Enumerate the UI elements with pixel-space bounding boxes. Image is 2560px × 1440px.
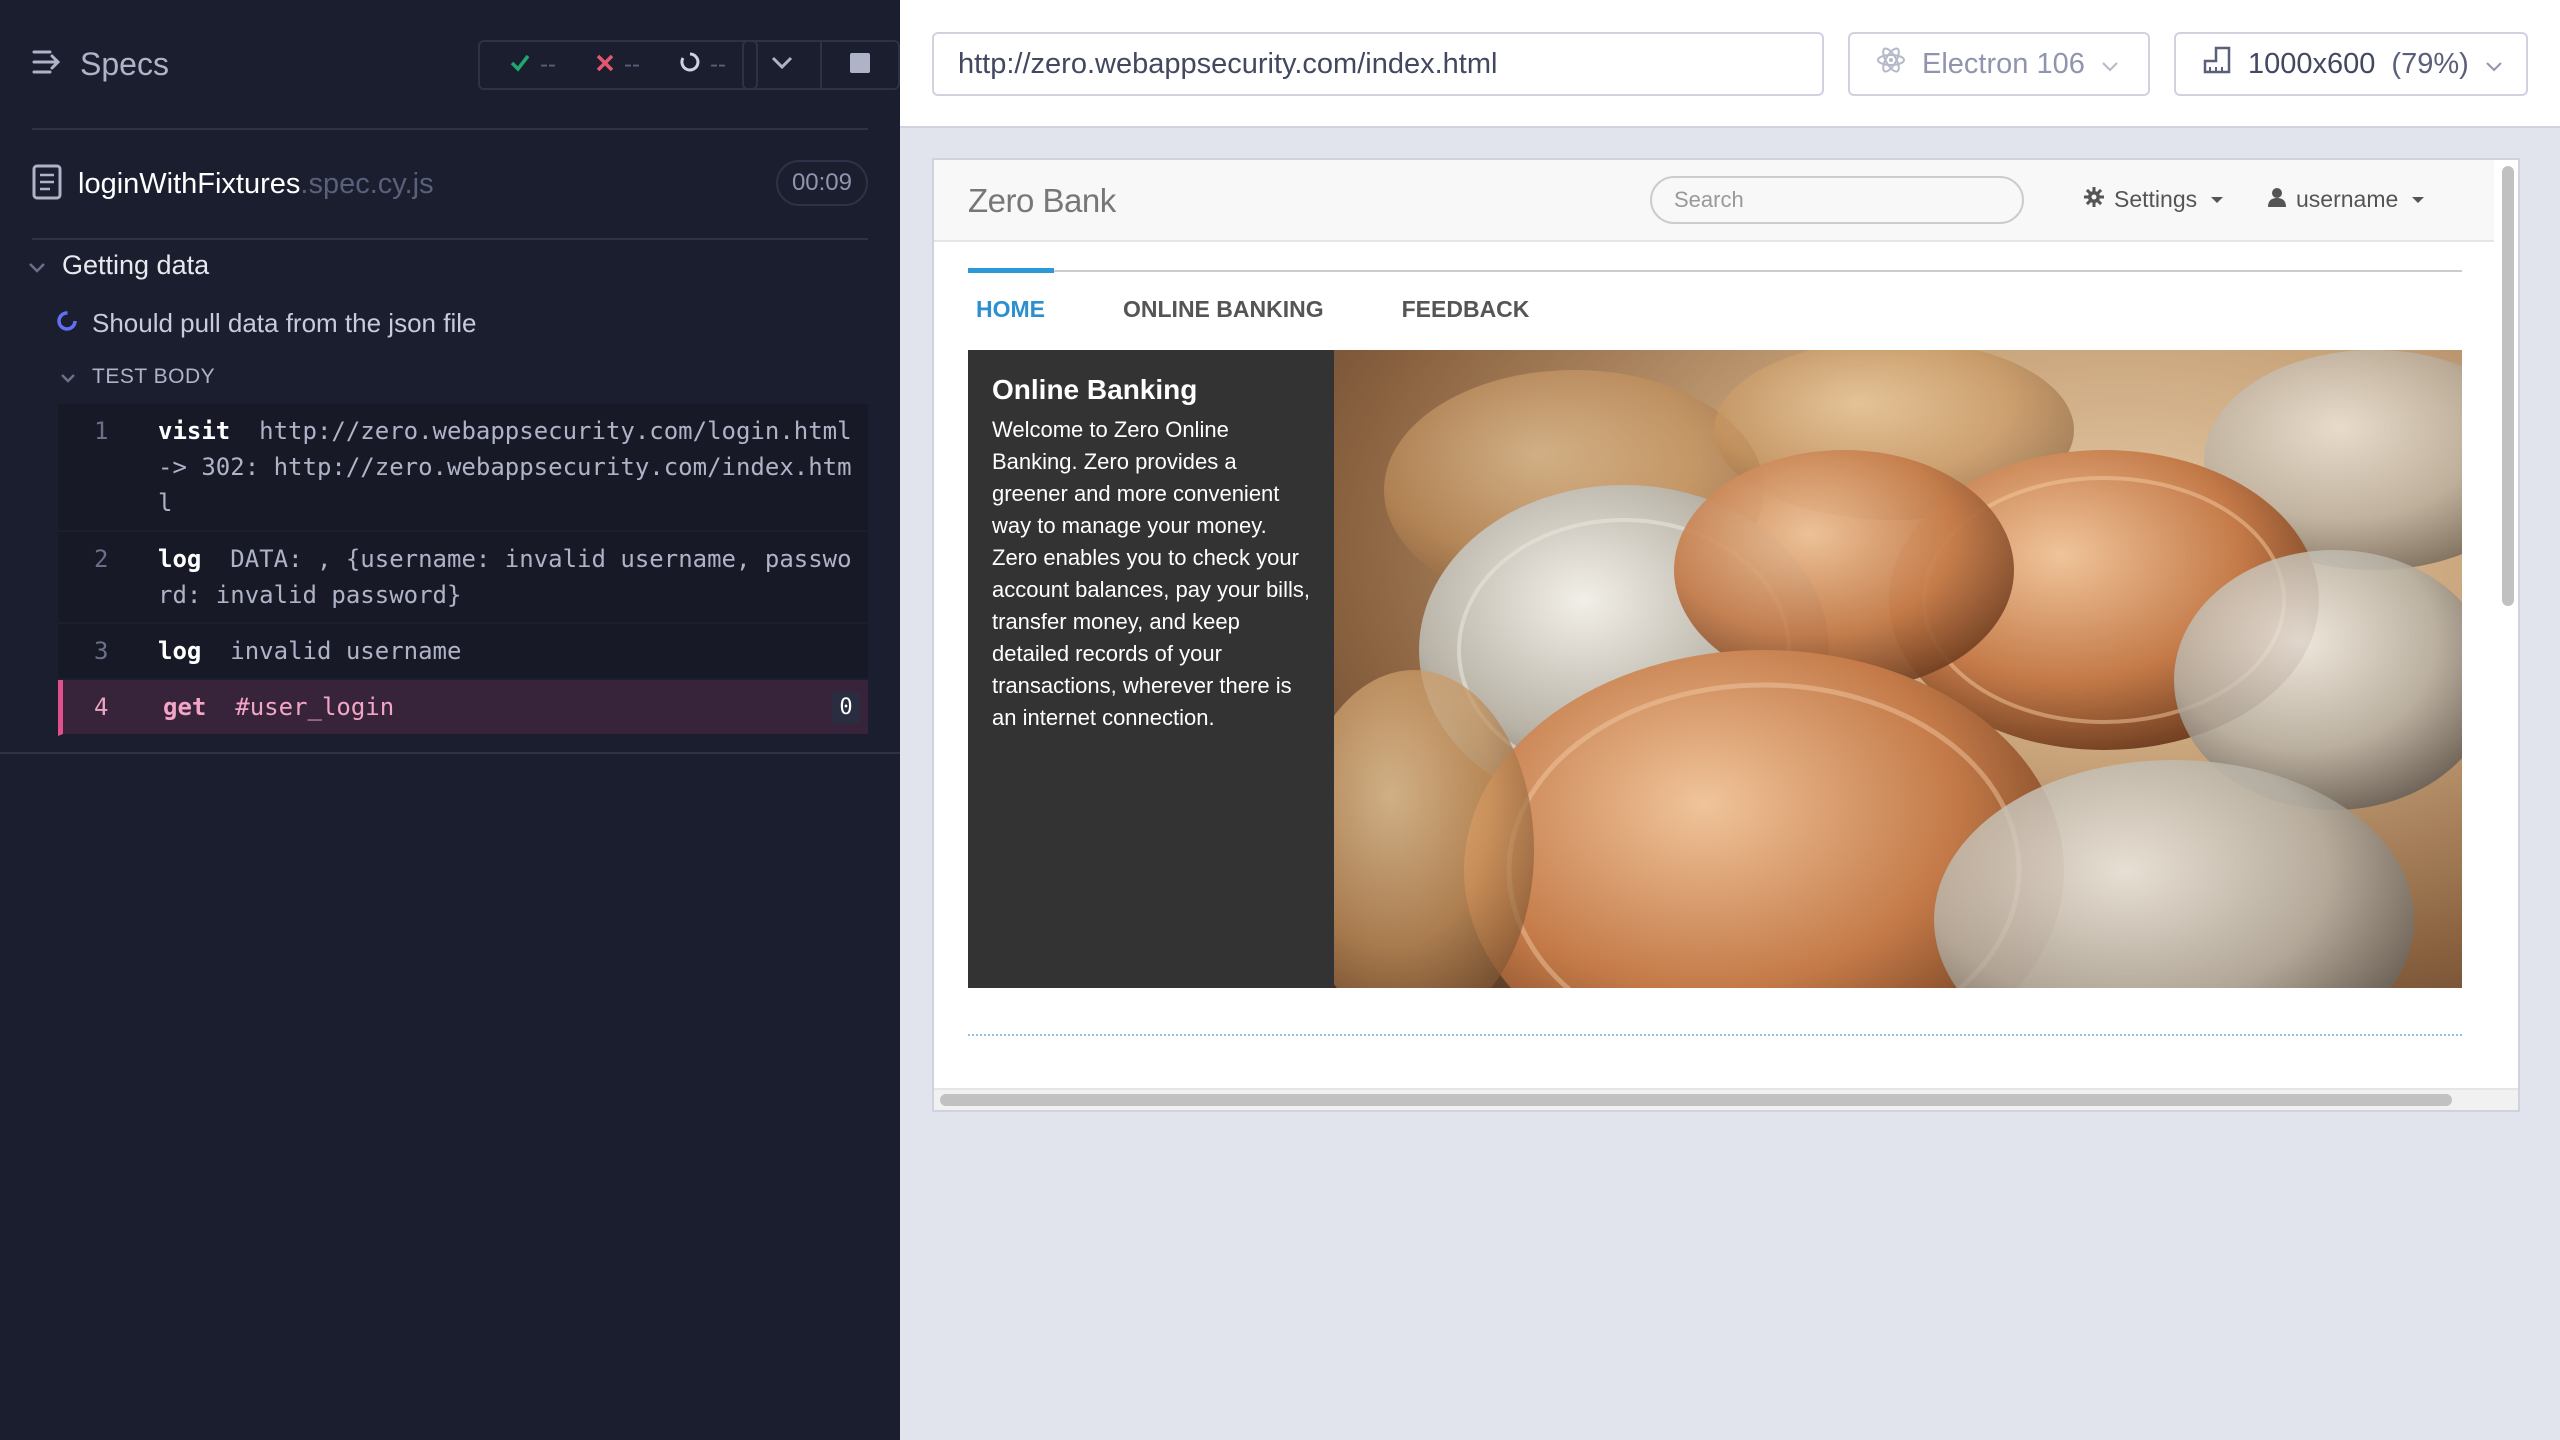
viewport-scale: (79%) (2391, 47, 2469, 80)
hero-body: Welcome to Zero Online Banking. Zero pro… (992, 417, 1310, 730)
specs-list-icon (32, 46, 62, 83)
caret-down-icon (2211, 196, 2224, 203)
content-divider (968, 1034, 2462, 1036)
command-row[interactable]: 1 visit http://zero.webappsecurity.com/l… (58, 404, 868, 532)
header-divider (32, 128, 868, 130)
gear-icon (2084, 186, 2104, 213)
command-log: 1 visit http://zero.webappsecurity.com/l… (58, 404, 868, 736)
command-message: #user_login (235, 693, 395, 721)
user-icon (2268, 186, 2286, 213)
command-row-active[interactable]: 4 get #user_login 0 (58, 680, 868, 736)
spinner-icon (680, 51, 700, 79)
tab-feedback[interactable]: FEEDBACK (1394, 296, 1538, 323)
command-name: log (158, 545, 202, 573)
chevron-down-icon (28, 250, 46, 281)
user-dropdown[interactable]: username (2268, 186, 2425, 213)
test-title: Should pull data from the json file (92, 308, 477, 338)
browser-selector[interactable]: Electron 106 (1848, 32, 2150, 96)
brand-logo[interactable]: Zero Bank (968, 182, 1116, 220)
test-stats: -- -- -- (478, 40, 758, 90)
test-body-toggle[interactable]: TEST BODY (60, 365, 215, 389)
specs-label: Specs (80, 46, 169, 82)
chevron-down-icon (771, 56, 793, 75)
active-tab-indicator (968, 268, 1054, 273)
user-label: username (2296, 186, 2399, 212)
settings-label: Settings (2114, 186, 2198, 212)
command-name: get (163, 693, 207, 721)
test-body-label: TEST BODY (92, 365, 216, 388)
command-number: 4 (94, 693, 109, 721)
electron-icon (1876, 45, 1906, 83)
spec-file-name[interactable]: loginWithFixtures (78, 168, 300, 201)
pending-stat: -- (680, 51, 726, 79)
command-name: log (158, 637, 202, 665)
running-spinner-icon (56, 308, 78, 339)
command-number: 2 (94, 545, 109, 573)
document-icon (32, 164, 62, 205)
tab-home[interactable]: HOME (968, 296, 1053, 323)
viewport-size: 1000x600 (2248, 47, 2376, 80)
stop-button[interactable] (820, 42, 898, 88)
settings-dropdown[interactable]: Settings (2084, 186, 2224, 213)
ruler-icon (2202, 45, 2232, 83)
app-under-test-frame: Zero Bank Search Settings username HOME … (932, 158, 2520, 1112)
command-row[interactable]: 3 log invalid username (58, 624, 868, 680)
x-icon (596, 51, 614, 79)
log-bottom-divider (0, 752, 900, 754)
coins-image (1334, 350, 2462, 988)
hero-title: Online Banking (992, 374, 1198, 405)
run-controls (742, 40, 900, 90)
command-row[interactable]: 2 log DATA: , {username: invalid usernam… (58, 532, 868, 624)
command-number: 1 (94, 417, 109, 445)
aut-panel: http://zero.webappsecurity.com/index.htm… (900, 0, 2560, 1440)
expand-button[interactable] (744, 42, 820, 88)
check-icon (510, 51, 530, 79)
test-title-row[interactable]: Should pull data from the json file (56, 308, 476, 339)
element-count-badge: 0 (832, 692, 860, 724)
passed-stat: -- (510, 51, 556, 79)
failed-count: -- (624, 51, 640, 78)
spec-file-ext: .spec.cy.js (300, 167, 434, 200)
chevron-down-icon (2101, 48, 2119, 81)
command-message: http://zero.webappsecurity.com/login.htm… (158, 417, 867, 517)
suite-title: Getting data (62, 250, 210, 280)
file-divider (32, 238, 868, 240)
suite-title-row[interactable]: Getting data (28, 250, 209, 281)
horizontal-scrollbar-track (934, 1088, 2518, 1110)
reporter-header: Specs -- -- -- (32, 34, 900, 98)
passed-count: -- (540, 51, 556, 78)
zero-bank-navbar: Zero Bank Search Settings username (934, 160, 2494, 242)
command-name: visit (158, 417, 231, 445)
run-duration: 00:09 (775, 160, 868, 206)
specs-toggle-button[interactable]: Specs (32, 46, 169, 83)
browser-name: Electron 106 (1922, 47, 2085, 80)
caret-down-icon (2412, 196, 2425, 203)
failed-stat: -- (596, 51, 640, 79)
hero-caption: Online Banking Welcome to Zero Online Ba… (968, 350, 1334, 988)
command-number: 3 (94, 637, 109, 665)
tab-online-banking[interactable]: ONLINE BANKING (1115, 296, 1332, 323)
hero-carousel: Online Banking Welcome to Zero Online Ba… (968, 350, 2462, 988)
command-message: DATA: , {username: invalid username, pas… (158, 545, 852, 609)
search-input[interactable]: Search (1650, 176, 2024, 224)
command-message: invalid username (230, 637, 462, 665)
reporter-panel: Specs -- -- -- loginWithFixtures .spec.c… (0, 0, 900, 1440)
viewport-selector[interactable]: 1000x600 (79%) (2174, 32, 2528, 96)
stop-icon (850, 52, 870, 78)
url-bar[interactable]: http://zero.webappsecurity.com/index.htm… (932, 32, 1824, 96)
pending-count: -- (710, 51, 726, 78)
aut-toolbar: http://zero.webappsecurity.com/index.htm… (900, 0, 2560, 128)
chevron-down-icon (60, 365, 76, 389)
vertical-scrollbar[interactable] (2502, 166, 2514, 606)
main-tabs: HOME ONLINE BANKING FEEDBACK (968, 296, 1599, 323)
horizontal-scrollbar[interactable] (940, 1094, 2452, 1106)
spec-file-header: loginWithFixtures .spec.cy.js 00:09 (32, 158, 868, 210)
chevron-down-icon (2485, 48, 2503, 81)
tabs-underline (968, 270, 2462, 272)
